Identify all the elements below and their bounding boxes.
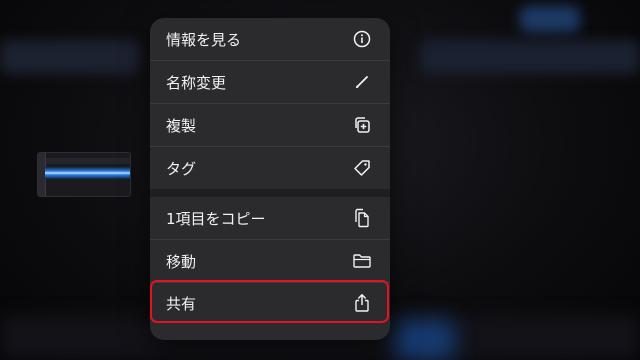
background-blur-accent <box>520 6 580 32</box>
background-blur-blue <box>395 320 455 360</box>
menu-item-get-info[interactable]: 情報を見る <box>150 18 390 60</box>
screen: 情報を見る 名称変更 複製 タグ 1項目をコピー 移動 共有 <box>0 0 640 360</box>
folder-icon <box>352 251 372 271</box>
menu-item-duplicate[interactable]: 複製 <box>150 104 390 146</box>
menu-item-copy[interactable]: 1項目をコピー <box>150 197 390 239</box>
copy-document-icon <box>352 208 372 228</box>
menu-item-label: 複製 <box>166 116 197 135</box>
menu-item-label: 名称変更 <box>166 73 227 92</box>
menu-item-label: 共有 <box>166 294 197 313</box>
menu-item-share[interactable]: 共有 <box>150 282 390 324</box>
context-menu: 情報を見る 名称変更 複製 タグ 1項目をコピー 移動 共有 <box>150 18 390 340</box>
duplicate-icon <box>352 115 372 135</box>
menu-item-move[interactable]: 移動 <box>150 240 390 282</box>
thumbnail-band <box>45 158 130 164</box>
background-blur-right <box>420 40 640 74</box>
menu-item-rename[interactable]: 名称変更 <box>150 61 390 103</box>
tag-icon <box>352 158 372 178</box>
menu-item-label: 1項目をコピー <box>166 209 266 228</box>
menu-item-tags[interactable]: タグ <box>150 147 390 189</box>
selected-file-thumbnail[interactable] <box>37 152 131 197</box>
thumbnail-glow-line <box>45 167 130 179</box>
menu-item-label: 情報を見る <box>166 30 242 49</box>
menu-item-label: 移動 <box>166 252 197 271</box>
info-icon <box>352 29 372 49</box>
menu-item-label: タグ <box>166 159 197 178</box>
pencil-icon <box>352 72 372 92</box>
menu-section-separator <box>150 189 390 197</box>
background-blur-left <box>0 40 140 74</box>
share-icon <box>352 293 372 313</box>
